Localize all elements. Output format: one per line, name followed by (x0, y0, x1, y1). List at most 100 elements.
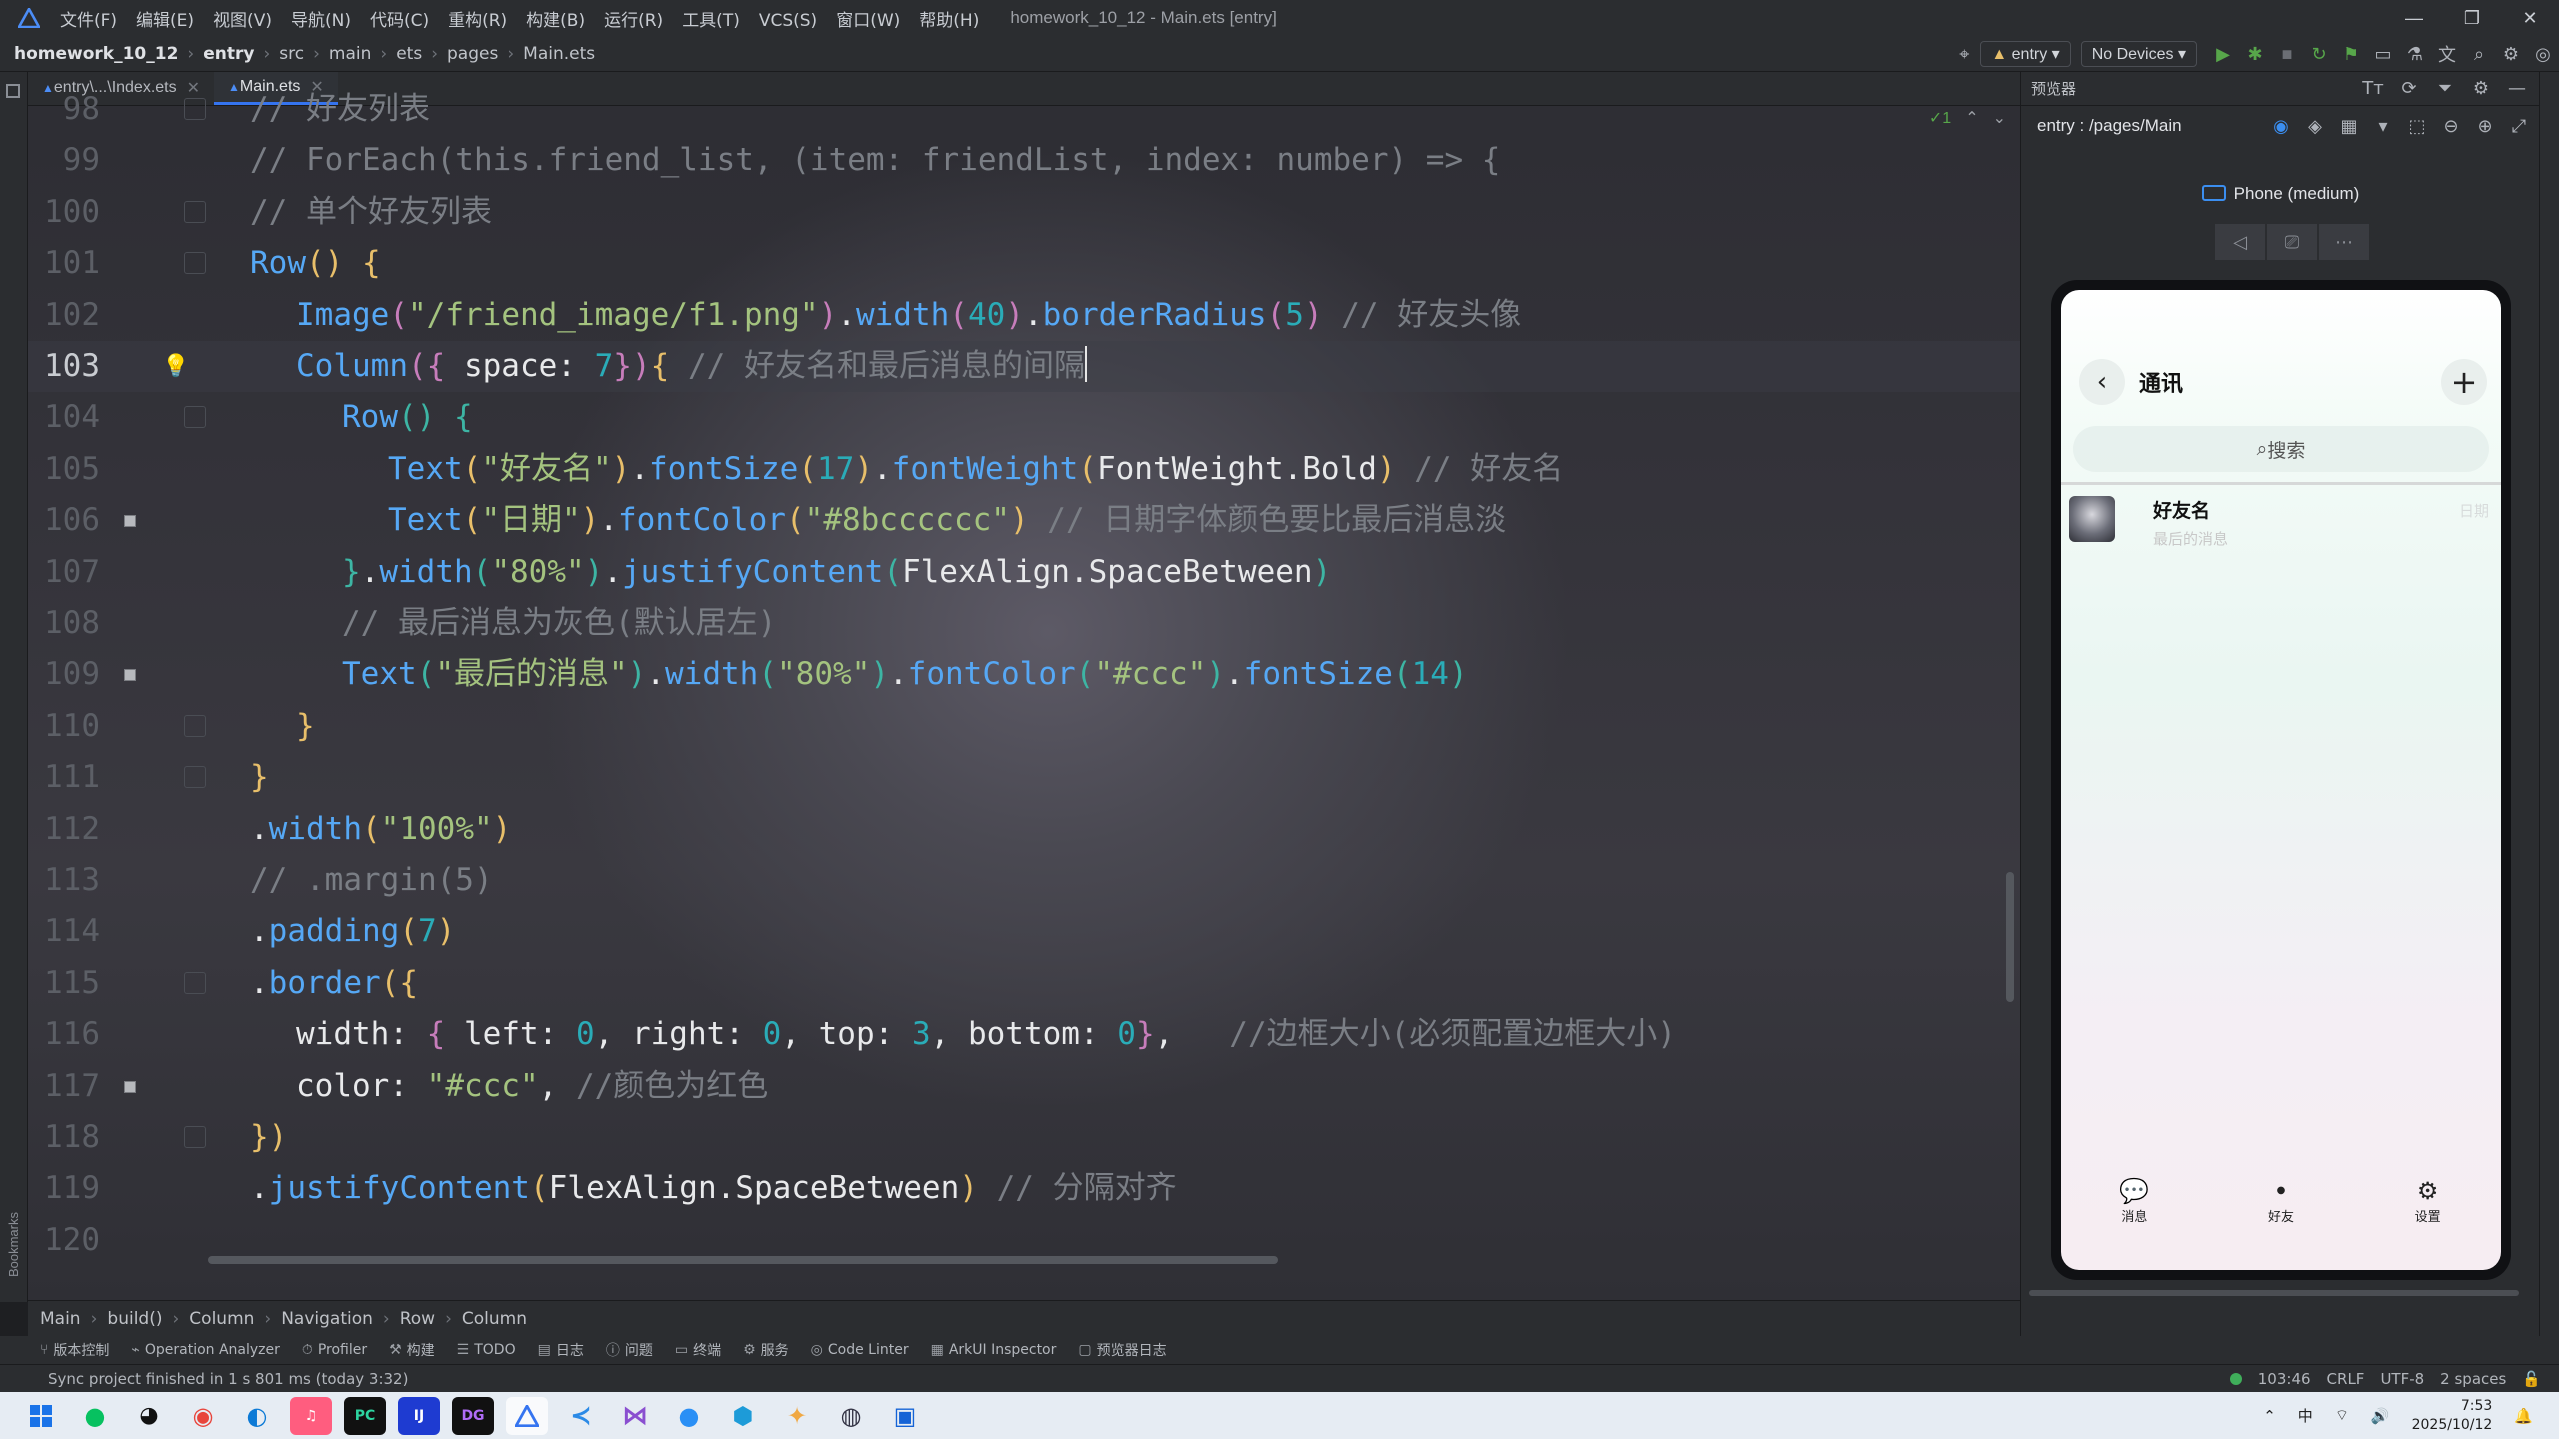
breakpoint-marker-icon[interactable] (124, 515, 136, 528)
phone-screen[interactable]: ‹ 通讯 + ⌕ 搜索 好友名 最后的消息 日期 💬 消息 ● 好友 ⚙ 设置 (2061, 290, 2501, 1270)
app-tab-message[interactable]: 💬 消息 (2074, 1176, 2194, 1232)
lock-icon[interactable]: 🔓 (2522, 1370, 2541, 1388)
apply-changes-icon[interactable]: ↻ (2303, 38, 2335, 70)
menu-item[interactable]: 视图(V) (213, 11, 272, 31)
code-line[interactable]: // 最后消息为灰色(默认居左) (342, 598, 776, 649)
breadcrumb-item[interactable]: src (279, 44, 304, 64)
project-icon[interactable] (6, 84, 20, 98)
inspect-icon[interactable]: ◉ (2265, 110, 2297, 142)
breakpoint-marker-icon[interactable] (124, 669, 136, 682)
code-breadcrumb-item[interactable]: build() (107, 1309, 162, 1329)
code-breadcrumb-item[interactable]: Column (189, 1309, 254, 1329)
code-line[interactable]: }) (250, 1112, 287, 1163)
browser-app-icon[interactable]: ◍ (830, 1397, 872, 1435)
back-button[interactable]: ‹ (2079, 359, 2125, 405)
menu-item[interactable]: 窗口(W) (836, 11, 900, 31)
translate-icon[interactable]: 文 (2431, 38, 2463, 70)
horizontal-scrollbar[interactable] (208, 1256, 1278, 1264)
datagrip-icon[interactable]: DG (452, 1396, 494, 1435)
store-icon[interactable]: ▣ (884, 1397, 926, 1435)
tool-window-button[interactable]: ⚒ 构建 (389, 1340, 435, 1360)
file-encoding[interactable]: UTF-8 (2380, 1370, 2424, 1388)
intellij-icon[interactable]: IJ (398, 1396, 440, 1435)
code-line[interactable]: // ForEach(this.friend_list, (item: frie… (250, 135, 1500, 186)
code-line[interactable]: color: "#ccc", //颜色为红色 (296, 1061, 768, 1112)
debug-icon[interactable]: ✱ (2239, 38, 2271, 70)
device-select[interactable]: No Devices ▾ (2080, 41, 2197, 67)
code-line[interactable]: // 好友列表 (250, 84, 430, 135)
vertical-scrollbar[interactable] (2006, 872, 2014, 1002)
search-icon[interactable]: ⌕ (2463, 38, 2495, 70)
font-size-icon[interactable]: Tт (2357, 73, 2389, 105)
device-manager-icon[interactable]: ▭ (2367, 38, 2399, 70)
close-tab-icon[interactable]: ✕ (187, 78, 200, 98)
menu-item[interactable]: 重构(R) (448, 11, 507, 31)
vscode-icon[interactable]: ≺ (560, 1397, 602, 1435)
code-line[interactable]: Text("日期").fontColor("#8bcccccc") // 日期字… (388, 495, 1506, 546)
start-icon[interactable] (20, 1397, 62, 1435)
tool-window-button[interactable]: ◎ Code Linter (811, 1342, 909, 1358)
target-icon[interactable]: ⌖ (1948, 38, 1980, 70)
indent-setting[interactable]: 2 spaces (2440, 1370, 2506, 1388)
hvigor-icon[interactable]: ⚗ (2399, 38, 2431, 70)
fit-icon[interactable]: ⬚ (2401, 110, 2433, 142)
clock[interactable]: 7:53 2025/10/12 (2412, 1397, 2493, 1435)
code-line[interactable]: } (296, 701, 315, 752)
zoom-out-icon[interactable]: ⊖ (2435, 110, 2467, 142)
tool-window-button[interactable]: ⏱ Profiler (302, 1342, 367, 1358)
app-tab-friends[interactable]: ● 好友 (2221, 1176, 2341, 1232)
visual-studio-icon[interactable]: ⋈ (614, 1397, 656, 1435)
close-icon[interactable]: ✕ (2501, 0, 2559, 36)
zoom-in-icon[interactable]: ⊕ (2469, 110, 2501, 142)
deveco-studio-icon[interactable] (506, 1396, 548, 1435)
fold-marker-icon[interactable] (184, 1126, 206, 1148)
breakpoint-marker-icon[interactable] (124, 1080, 136, 1093)
menu-item[interactable]: 工具(T) (682, 11, 740, 31)
cube-app-icon[interactable]: ⬢ (722, 1397, 764, 1435)
line-separator[interactable]: CRLF (2327, 1370, 2365, 1388)
menu-item[interactable]: 帮助(H) (919, 11, 979, 31)
code-breadcrumb-item[interactable]: Column (462, 1309, 527, 1329)
list-item[interactable]: 好友名 最后的消息 日期 (2061, 488, 2501, 556)
more-icon[interactable]: ⋯ (2319, 224, 2369, 260)
code-line[interactable]: .width("100%") (250, 804, 511, 855)
code-line[interactable]: .border({ (250, 958, 418, 1009)
code-line[interactable]: .justifyContent(FlexAlign.SpaceBetween) … (250, 1163, 1177, 1214)
restore-icon[interactable]: ❐ (2443, 0, 2501, 36)
lightbulb-icon[interactable]: 💡 (162, 353, 189, 379)
pycharm-icon[interactable]: PC (344, 1396, 386, 1435)
rotate-icon[interactable]: ⎚ (2267, 224, 2317, 260)
breadcrumb-item[interactable]: homework_10_12 (14, 44, 178, 64)
code-line[interactable]: Row() { (250, 238, 381, 289)
gear-icon[interactable]: ⚙ (2495, 38, 2527, 70)
tool-window-button[interactable]: ▢ 预览器日志 (1078, 1340, 1166, 1360)
wechat-icon[interactable]: ● (74, 1397, 116, 1435)
preview-scrollbar[interactable] (2029, 1290, 2519, 1296)
tool-window-button[interactable]: ⑂ 版本控制 (40, 1340, 109, 1360)
fold-marker-icon[interactable] (184, 714, 206, 737)
cursor-position[interactable]: 103:46 (2258, 1370, 2311, 1388)
breadcrumb-item[interactable]: Main.ets (523, 44, 595, 64)
tool-window-button[interactable]: ▦ ArkUI Inspector (931, 1342, 1057, 1358)
run-icon[interactable]: ▶ (2207, 38, 2239, 70)
tool-window-button[interactable]: ▭ 终端 (675, 1340, 721, 1360)
tool-window-button[interactable]: ☰ TODO (457, 1342, 516, 1358)
expand-icon[interactable]: ⤢ (2503, 110, 2535, 142)
qq-icon[interactable]: ◕ (128, 1397, 170, 1435)
code-breadcrumb-item[interactable]: Navigation (281, 1309, 373, 1329)
layers-icon[interactable]: ◈ (2299, 110, 2331, 142)
chevron-down-icon[interactable]: ▾ (2367, 110, 2399, 142)
notification-icon[interactable]: 🔔 (2514, 1407, 2533, 1425)
fold-marker-icon[interactable] (184, 971, 206, 994)
add-button[interactable]: + (2441, 359, 2487, 405)
module-select[interactable]: ▲ entry ▾ (1980, 41, 2071, 67)
code-line[interactable]: Text("好友名").fontSize(17).fontWeight(Font… (388, 444, 1563, 495)
code-line[interactable]: }.width("80%").justifyContent(FlexAlign.… (342, 547, 1331, 598)
code-line[interactable]: Column({ space: 7}){ // 好友名和最后消息的间隔 (296, 341, 1087, 392)
breadcrumb-item[interactable]: pages (447, 44, 498, 64)
fold-marker-icon[interactable] (184, 252, 206, 275)
code-breadcrumb-item[interactable]: Main (40, 1309, 81, 1329)
device-name[interactable]: Phone (medium) (2021, 184, 2540, 204)
attach-debugger-icon[interactable]: ⚑ (2335, 38, 2367, 70)
app-tab-settings[interactable]: ⚙ 设置 (2368, 1176, 2488, 1232)
